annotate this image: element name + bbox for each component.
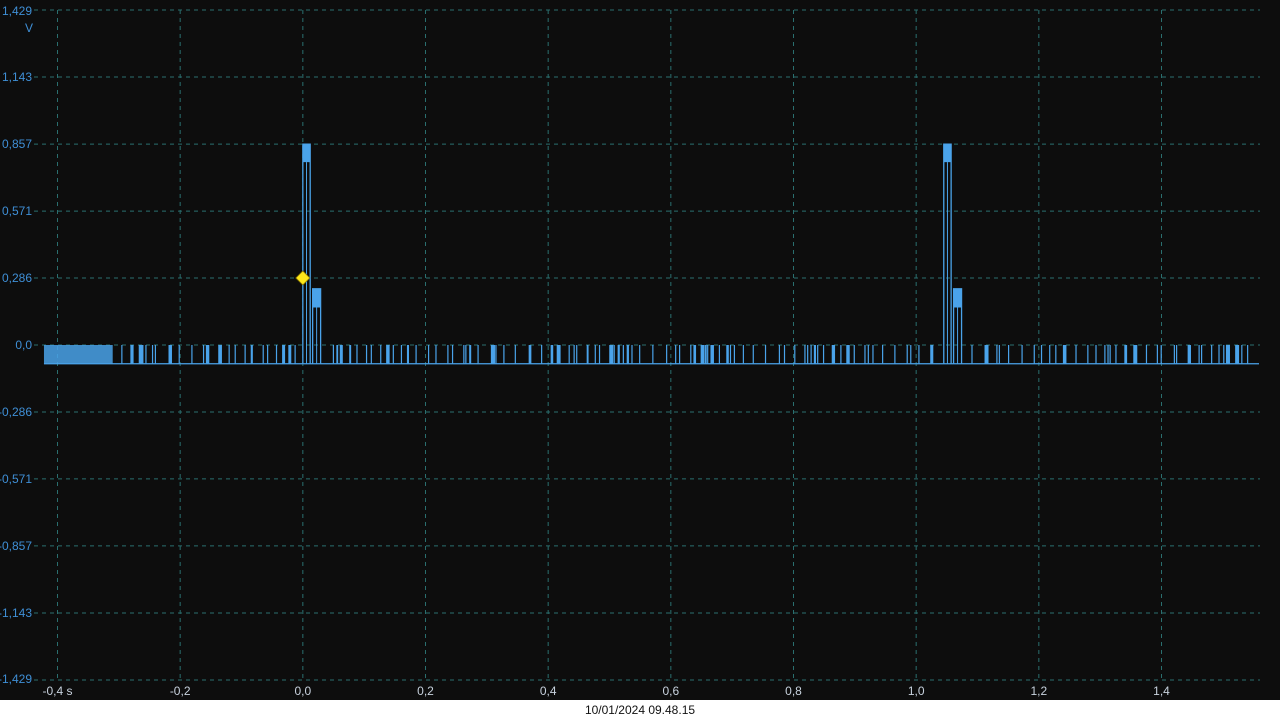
y-tick-label: 1,429 xyxy=(2,4,32,18)
y-tick-label: 0,857 xyxy=(2,137,32,151)
y-tick-label: -0,857 xyxy=(0,539,32,553)
x-tick-label: 0,0 xyxy=(294,684,311,698)
x-tick-label: 1,2 xyxy=(1030,684,1047,698)
x-tick-label: -0,2 xyxy=(170,684,191,698)
pulse-cap xyxy=(943,144,952,163)
noise-spike xyxy=(704,345,707,364)
noise-spike xyxy=(831,345,836,364)
noise-spike xyxy=(813,345,816,364)
noise-spike xyxy=(490,345,495,364)
x-tick-label: 0,4 xyxy=(540,684,557,698)
noise-spike xyxy=(130,345,134,364)
y-tick-label: -1,429 xyxy=(0,672,32,686)
noise-spike xyxy=(984,345,989,364)
noise-spike xyxy=(710,345,714,364)
y-tick-label: 0,571 xyxy=(2,204,32,218)
noise-spike xyxy=(726,345,729,364)
y-tick-label: -1,143 xyxy=(0,606,32,620)
pulse-cap xyxy=(953,288,962,308)
noise-spike xyxy=(617,345,620,364)
noise-spike xyxy=(586,345,589,364)
noise-spike xyxy=(205,345,210,364)
noise-spike xyxy=(282,345,286,364)
dense-noise-block xyxy=(43,345,113,364)
pulse-cap xyxy=(302,144,311,163)
noise-spike xyxy=(339,345,343,364)
pulse-cap xyxy=(312,288,321,308)
noise-spike xyxy=(386,345,390,364)
plot-svg[interactable]: 1,429 1,143 0,857 0,571 0,286 0,0 -0,286 -0,571… xyxy=(0,0,1280,700)
noise-spike xyxy=(626,345,629,364)
noise-spike xyxy=(556,345,561,364)
noise-spike xyxy=(469,345,472,364)
trace xyxy=(43,143,1259,365)
noise-spike xyxy=(1133,345,1138,364)
noise-spike xyxy=(930,345,934,364)
noise-spike xyxy=(700,345,705,364)
noise-spike xyxy=(250,345,253,364)
noise-spike xyxy=(336,345,339,364)
noise-spike xyxy=(693,345,697,364)
noise-spike xyxy=(406,345,409,364)
noise-spike xyxy=(528,345,532,364)
oscilloscope-plot[interactable]: 1,429 1,143 0,857 0,571 0,286 0,0 -0,286 -0,571… xyxy=(0,0,1280,700)
capture-timestamp: 10/01/2024 09.48.15 xyxy=(584,703,696,717)
noise-spike xyxy=(1187,345,1192,364)
y-tick-label: 0,286 xyxy=(2,271,32,285)
trigger-marker-icon xyxy=(295,270,311,286)
x-tick-label: 0,6 xyxy=(662,684,679,698)
noise-spike xyxy=(349,345,352,364)
noise-spike xyxy=(218,345,222,364)
y-tick-label: -0,286 xyxy=(0,405,32,419)
x-tick-label: 0,2 xyxy=(417,684,434,698)
y-tick-label: 1,143 xyxy=(2,70,32,84)
x-tick-label: 1,4 xyxy=(1153,684,1170,698)
noise-spike xyxy=(846,345,850,364)
noise-spike xyxy=(1124,345,1128,364)
y-tick-label: -0,571 xyxy=(0,472,32,486)
noise-spike xyxy=(550,345,554,364)
x-tick-label: 0,8 xyxy=(785,684,802,698)
markers xyxy=(295,270,311,286)
noise-spike xyxy=(288,345,292,364)
y-unit-label: V xyxy=(25,21,33,35)
axis-labels: 1,429 1,143 0,857 0,571 0,286 0,0 -0,286 -0,571… xyxy=(0,4,1170,698)
noise-spike xyxy=(141,345,144,364)
x-tick-label: 1,0 xyxy=(908,684,925,698)
noise-spike xyxy=(1062,345,1067,364)
noise-spike xyxy=(609,345,614,364)
x-tick-label: -0,4 s xyxy=(42,684,72,698)
y-tick-label: 0,0 xyxy=(15,338,32,352)
timestamp-bar: 10/01/2024 09.48.15 xyxy=(0,700,1280,720)
